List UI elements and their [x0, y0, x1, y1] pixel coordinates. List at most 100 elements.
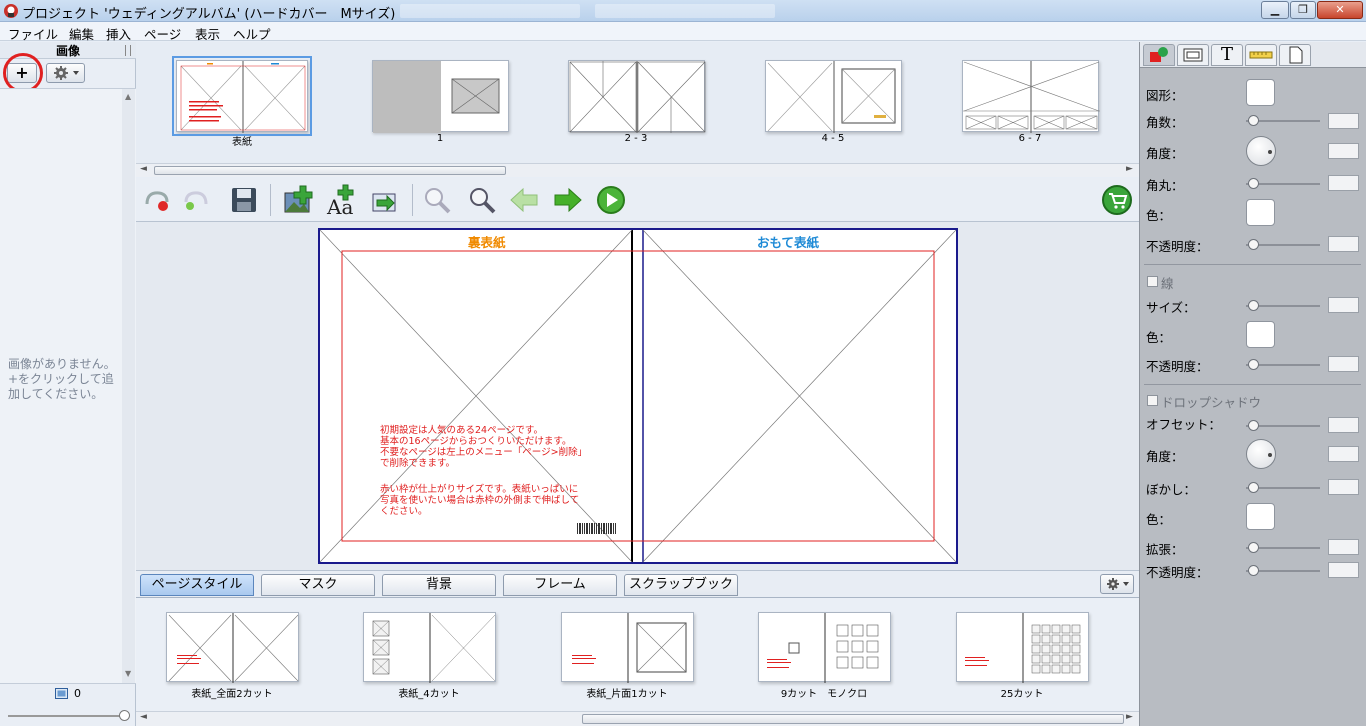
import-page-icon[interactable]	[368, 184, 400, 216]
scroll-down-icon[interactable]: ▼	[125, 669, 131, 678]
style-thumb[interactable]	[561, 612, 694, 683]
menu-page[interactable]: ページ	[144, 24, 181, 43]
scroll-left-icon[interactable]: ◄	[140, 712, 147, 722]
corners-field[interactable]	[1328, 113, 1359, 129]
shadow-opacity-field[interactable]	[1328, 562, 1359, 578]
style-thumb[interactable]	[758, 612, 891, 683]
line-size-slider[interactable]	[1246, 300, 1320, 311]
text-properties-tab[interactable]: T	[1211, 44, 1243, 66]
panel-grip-icon[interactable]	[125, 45, 131, 56]
previous-page-icon[interactable]	[508, 184, 540, 216]
slider-knob[interactable]	[1248, 239, 1259, 250]
line-opacity-field[interactable]	[1328, 356, 1359, 372]
shadow-color-swatch[interactable]	[1246, 503, 1275, 530]
shadow-angle-field[interactable]	[1328, 446, 1359, 462]
shadow-angle-dial[interactable]	[1246, 439, 1276, 469]
cover-spread[interactable]: 裏表紙 おもて表紙 初期設定は人気のある24ページです。 基本の16ページからお…	[318, 228, 958, 564]
page-thumb-preview	[373, 61, 500, 133]
page-thumb-2-3[interactable]	[568, 60, 706, 133]
menu-edit[interactable]: 編集	[69, 24, 94, 43]
shadow-expand-field[interactable]	[1328, 539, 1359, 555]
shadow-expand-slider[interactable]	[1246, 542, 1320, 553]
zoom-out-icon[interactable]	[421, 184, 453, 216]
page-strip-scrollbar[interactable]: ◄ ►	[136, 163, 1139, 177]
scroll-up-icon[interactable]: ▲	[125, 92, 131, 101]
slider-knob[interactable]	[1248, 178, 1259, 189]
fill-opacity-field[interactable]	[1328, 236, 1359, 252]
round-corner-field[interactable]	[1328, 175, 1359, 191]
style-thumb[interactable]	[363, 612, 496, 683]
line-checkbox[interactable]	[1147, 276, 1158, 287]
cart-icon[interactable]	[1101, 184, 1133, 216]
fill-opacity-slider[interactable]	[1246, 239, 1320, 250]
page-style-scrollbar[interactable]: ◄ ►	[136, 711, 1139, 726]
slider-knob[interactable]	[1248, 482, 1259, 493]
angle-field[interactable]	[1328, 143, 1359, 159]
slider-knob[interactable]	[119, 710, 130, 721]
page-thumb-4-5[interactable]	[765, 60, 902, 133]
maximize-button[interactable]: ❐	[1290, 1, 1316, 19]
play-preview-icon[interactable]	[595, 184, 627, 216]
scroll-right-icon[interactable]: ►	[1126, 164, 1133, 174]
tab-background[interactable]: 背景	[382, 574, 496, 596]
slider-knob[interactable]	[1248, 565, 1259, 576]
slider-knob[interactable]	[1248, 420, 1259, 431]
image-list-scrollbar[interactable]: ▲ ▼	[122, 89, 135, 683]
shadow-offset-slider[interactable]	[1246, 420, 1320, 431]
line-opacity-slider[interactable]	[1246, 359, 1320, 370]
save-icon[interactable]	[228, 184, 260, 216]
page-properties-tab[interactable]	[1279, 44, 1311, 66]
slider-knob[interactable]	[1248, 359, 1259, 370]
zoom-in-icon[interactable]	[466, 184, 498, 216]
style-thumb-label: 9カット モノクロ	[780, 689, 868, 700]
toolbar-separator	[412, 184, 413, 216]
image-list[interactable]: 画像がありません。+をクリックして追加してください。	[0, 88, 136, 683]
tab-page-style[interactable]: ページスタイル	[140, 574, 254, 596]
line-size-field[interactable]	[1328, 297, 1359, 313]
shadow-blur-slider[interactable]	[1246, 482, 1320, 493]
slider-knob[interactable]	[1248, 542, 1259, 553]
redo-icon[interactable]	[180, 184, 212, 216]
frame-properties-tab[interactable]	[1177, 44, 1209, 66]
page-thumb-1[interactable]	[372, 60, 509, 133]
close-button[interactable]: ✕	[1317, 1, 1363, 19]
shape-properties-tab[interactable]	[1143, 44, 1175, 66]
tab-scrapbook[interactable]: スクラップブック	[624, 574, 738, 596]
page-thumb-cover[interactable]	[172, 56, 312, 136]
tab-frame[interactable]: フレーム	[503, 574, 617, 596]
next-page-icon[interactable]	[552, 184, 584, 216]
corners-slider[interactable]	[1246, 115, 1320, 126]
menu-help[interactable]: ヘルプ	[233, 24, 271, 43]
scroll-thumb[interactable]	[154, 166, 506, 175]
line-color-swatch[interactable]	[1246, 321, 1275, 348]
angle-dial[interactable]	[1246, 136, 1276, 166]
shadow-opacity-slider[interactable]	[1246, 565, 1320, 576]
scroll-right-icon[interactable]: ►	[1126, 712, 1133, 722]
shadow-blur-field[interactable]	[1328, 479, 1359, 495]
page-thumb-6-7[interactable]	[962, 60, 1100, 133]
shadow-offset-field[interactable]	[1328, 417, 1359, 433]
slider-knob[interactable]	[1248, 300, 1259, 311]
slider-knob[interactable]	[1248, 115, 1259, 126]
scroll-thumb[interactable]	[582, 714, 1124, 724]
minimize-button[interactable]: ▁	[1261, 1, 1289, 19]
style-thumb[interactable]	[956, 612, 1089, 683]
ruler-properties-tab[interactable]	[1245, 44, 1277, 66]
style-thumb[interactable]	[166, 612, 299, 683]
menu-view[interactable]: 表示	[195, 24, 220, 43]
image-options-button[interactable]	[46, 63, 85, 83]
add-text-icon[interactable]: Aa	[325, 184, 357, 216]
round-corner-slider[interactable]	[1246, 178, 1320, 189]
shape-picker[interactable]	[1246, 79, 1275, 106]
tab-mask[interactable]: マスク	[261, 574, 375, 596]
thumbnail-size-slider[interactable]	[8, 710, 130, 721]
dropshadow-checkbox[interactable]	[1147, 395, 1158, 406]
menu-insert[interactable]: 挿入	[106, 24, 131, 43]
svg-text:Aa: Aa	[326, 195, 353, 216]
add-photo-icon[interactable]	[282, 184, 314, 216]
undo-icon[interactable]	[141, 184, 173, 216]
menu-file[interactable]: ファイル	[8, 24, 58, 43]
scroll-left-icon[interactable]: ◄	[140, 164, 147, 174]
style-options-button[interactable]	[1100, 574, 1134, 594]
fill-color-swatch[interactable]	[1246, 199, 1275, 226]
